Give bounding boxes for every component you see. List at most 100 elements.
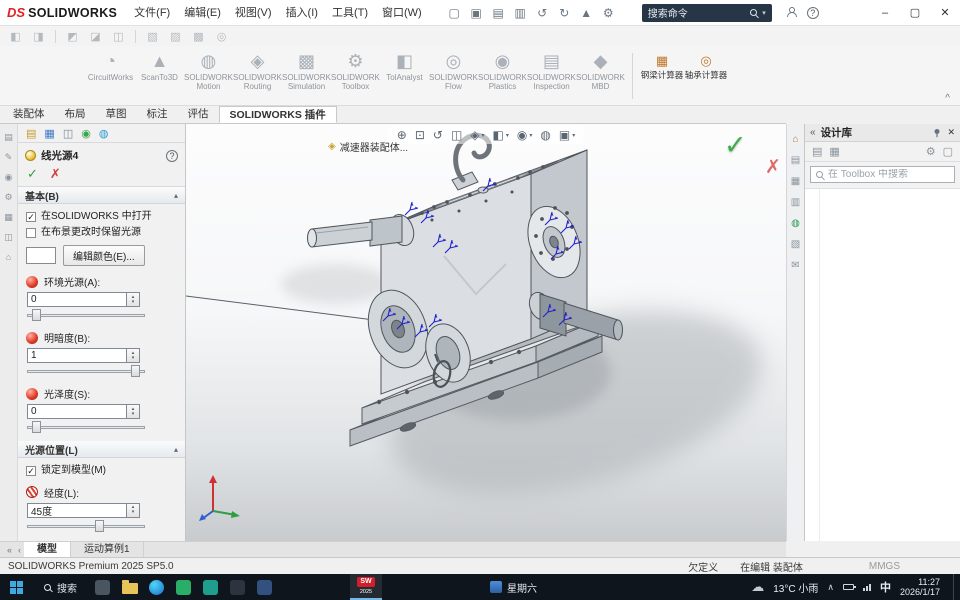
view-palette-icon[interactable]: ▥ [791,197,800,208]
menu-window[interactable]: 窗口(W) [375,0,429,26]
tab-sketch[interactable]: 草图 [96,106,137,123]
qat-icon[interactable]: ◨ [29,30,48,43]
keep-light-checkbox[interactable]: 在布景更改时保留光源 [26,227,177,239]
tab-scroll-first-icon[interactable]: « [4,545,15,555]
gearbox-assembly-model[interactable] [186,124,786,541]
design-library-content[interactable] [805,188,960,541]
addin-circuitworks[interactable]: ◔ CircuitWorks [86,46,135,105]
checkbox-checked[interactable]: ✓ [26,466,36,476]
section-view-icon[interactable]: ◫ [451,128,462,142]
taskbar-app-icon[interactable] [197,574,224,600]
color-swatch[interactable] [26,247,56,264]
tab-motion-study[interactable]: 运动算例1 [71,542,144,557]
command-search-box[interactable]: 搜索命令 ▾ [641,3,772,22]
show-desktop-button[interactable] [953,574,957,600]
slider-thumb[interactable] [31,309,41,321]
menu-view[interactable]: 视图(V) [228,0,279,26]
tab-evaluate[interactable]: 评估 [178,106,219,123]
close-icon[interactable]: ✕ [947,127,955,138]
ambient-slider[interactable] [27,309,145,322]
new-document-icon[interactable]: ▢ [445,6,464,20]
taskbar-day-widget[interactable]: 星期六 [490,580,537,595]
addin-flow-simulation[interactable]: ◎ SOLIDWORKS Flow Simulation [429,46,478,105]
open-in-solidworks-checkbox[interactable]: ✓ 在SOLIDWORKS 中打开 [26,211,177,223]
left-strip-icon[interactable]: ▤ [4,132,13,143]
display-style-icon[interactable]: ◧ ▾ [493,128,509,142]
brightness-input[interactable] [27,348,127,363]
view-orientation-icon[interactable]: ◈ ▾ [470,128,484,142]
apply-scene-icon[interactable]: ▣ ▾ [559,128,575,142]
edit-appearance-icon[interactable]: ◍ [540,128,550,142]
file-explorer-icon[interactable]: ▦ [791,176,800,187]
specular-slider[interactable] [27,421,145,434]
specular-input[interactable] [27,404,127,419]
left-strip-icon[interactable]: ◫ [4,232,13,243]
tab-model[interactable]: 模型 [24,542,72,557]
left-strip-icon[interactable]: ⌂ [6,252,11,262]
undo-icon[interactable]: ↺ [533,6,552,20]
addin-toolbox[interactable]: ⚙ SOLIDWORKS Toolbox [331,46,380,105]
taskbar-browser[interactable] [143,574,170,600]
left-strip-icon[interactable]: ✎ [5,152,13,163]
collapse-ribbon-icon[interactable]: ^ [945,93,950,104]
refresh-icon[interactable]: ▢ [943,145,953,158]
longitude-input[interactable] [27,502,127,518]
toolbox-search-box[interactable] [810,166,955,183]
tab-assembly[interactable]: 装配体 [3,106,55,123]
cancel-button[interactable]: ✗ [50,166,61,182]
zoom-area-icon[interactable]: ⊡ [415,128,425,142]
taskbar-app-icon[interactable] [224,574,251,600]
addin-plastics[interactable]: ◉ SOLIDWORKS Plastics [478,46,527,105]
previous-view-icon[interactable]: ↺ [433,128,443,142]
spin-down-icon[interactable]: ▾ [132,411,135,417]
forum-icon[interactable]: ✉ [791,260,799,271]
input-shaft[interactable] [307,211,418,249]
options-gear-icon[interactable]: ⚙ [926,145,936,158]
tab-layout[interactable]: 布局 [55,106,96,123]
graphics-area[interactable]: ⊕ ⊡ ↺ ◫ ◈ ▾ ◧ ▾ ◉ ▾ ◍ ▣ ▾ ◈ 减速器装配体... ✓ ✗ [186,124,786,541]
tab-solidworks-addins[interactable]: SOLIDWORKS 插件 [218,106,337,123]
options-icon[interactable]: ⚙ [599,6,618,20]
ok-button[interactable]: ✓ [27,166,38,182]
section-light-position[interactable]: 光源位置(L) ▴ [18,441,185,458]
edit-color-button[interactable]: 编辑颜色(E)... [63,245,145,266]
qat-icon[interactable]: ◧ [6,30,25,43]
create-folder-icon[interactable]: ▦ [829,145,839,158]
taskbar-search[interactable]: 搜索 [32,574,89,600]
displaymanager-tab-icon[interactable]: ◍ [99,127,109,140]
taskbar-app-icon[interactable] [251,574,278,600]
save-icon[interactable]: ▤ [489,6,508,20]
brightness-slider[interactable] [27,365,145,378]
print-icon[interactable]: ▥ [511,6,530,20]
design-library-icon[interactable]: ▤ [791,155,800,166]
menu-insert[interactable]: 插入(I) [279,0,325,26]
tab-markup[interactable]: 标注 [137,106,178,123]
addin-scanto3d[interactable]: ▲ ScanTo3D [135,46,184,105]
left-strip-icon[interactable]: ◉ [5,172,13,183]
appearances-icon[interactable]: ◍ [791,218,800,229]
help-icon[interactable]: ? [166,149,178,162]
qat-icon[interactable]: ▧ [143,30,162,43]
brightness-spinner[interactable]: ▴ ▾ [127,348,140,363]
specular-spinner[interactable]: ▴ ▾ [127,404,140,419]
units-indicator[interactable]: MMGS [869,561,900,572]
tab-scroll-prev-icon[interactable]: ‹ [15,545,24,555]
spin-down-icon[interactable]: ▾ [132,510,135,515]
qat-icon[interactable]: ◪ [86,30,105,43]
rebuild-icon[interactable]: ▲ [577,6,596,20]
addin-motion[interactable]: ◍ SOLIDWORKS Motion [184,46,233,105]
propertymanager-tab-icon[interactable]: ▦ [44,127,54,140]
resources-home-icon[interactable]: ⌂ [792,134,798,145]
beam-calculator-button[interactable]: ▦ 钢梁计算器 [640,46,684,105]
spin-down-icon[interactable]: ▾ [132,299,135,305]
document-tab[interactable]: ◈ 减速器装配体... [328,139,408,154]
menu-file[interactable]: 文件(F) [127,0,177,26]
confirm-ok-icon[interactable]: ✓ [724,130,747,161]
taskbar-clock[interactable]: 11:27 2026/1/17 [900,577,940,597]
left-strip-icon[interactable]: ⚙ [4,192,12,203]
open-document-icon[interactable]: ▣ [467,6,486,20]
bearing-calculator-button[interactable]: ◎ 轴承计算器 [684,46,728,105]
confirm-cancel-icon[interactable]: ✗ [765,156,781,179]
longitude-slider[interactable] [27,519,145,533]
ambient-input[interactable] [27,292,127,307]
